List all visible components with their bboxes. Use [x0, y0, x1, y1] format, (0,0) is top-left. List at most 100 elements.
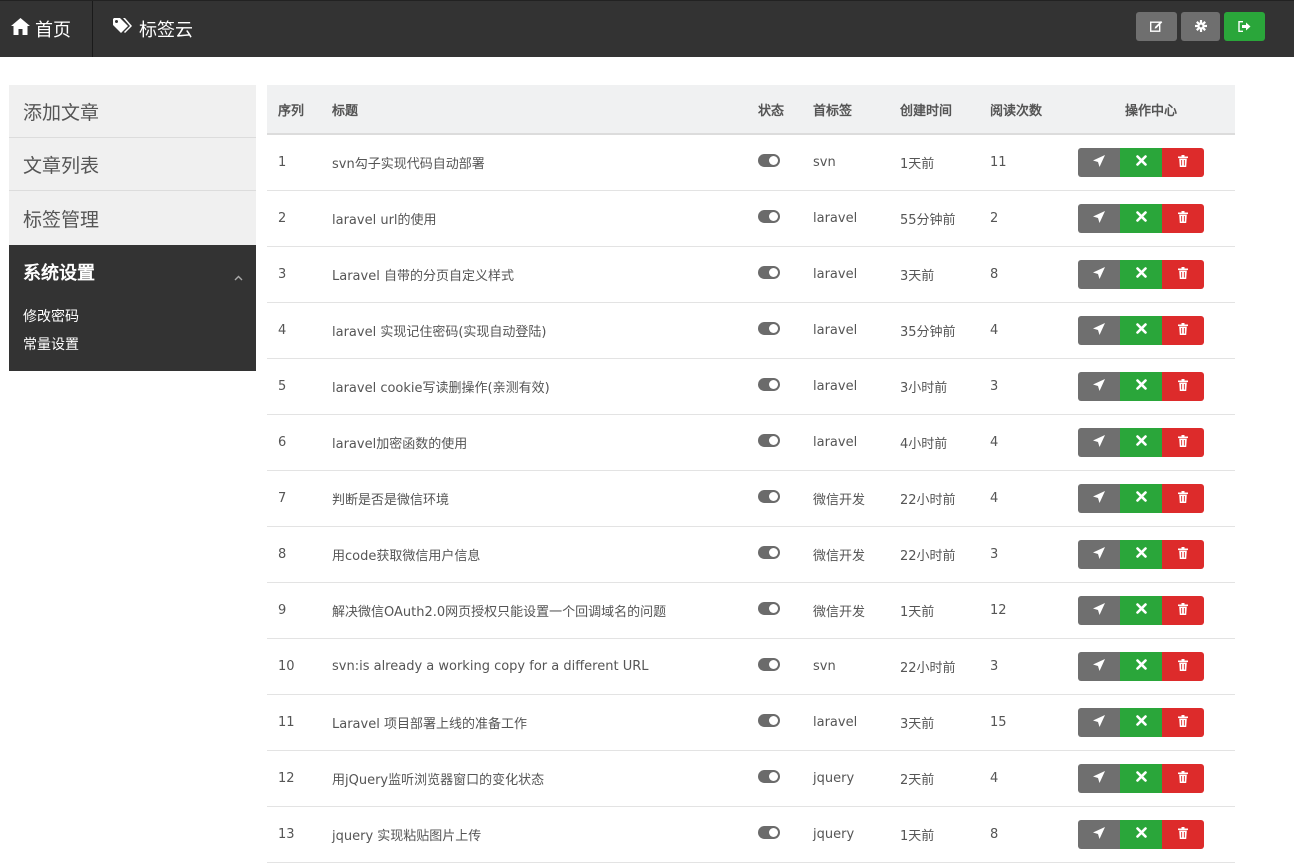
toggle-off-button[interactable]: [1120, 260, 1162, 289]
status-toggle[interactable]: [758, 266, 780, 279]
delete-button[interactable]: [1162, 428, 1204, 457]
row-title[interactable]: laravel cookie写读删操作(亲测有效): [322, 377, 747, 396]
toggle-off-button[interactable]: [1120, 372, 1162, 401]
delete-button[interactable]: [1162, 372, 1204, 401]
delete-button[interactable]: [1162, 820, 1204, 849]
status-toggle[interactable]: [758, 154, 780, 167]
paper-plane-icon: [1093, 546, 1105, 563]
publish-button[interactable]: [1078, 204, 1120, 233]
publish-button[interactable]: [1078, 820, 1120, 849]
row-status: [747, 266, 803, 283]
publish-button[interactable]: [1078, 764, 1120, 793]
row-title[interactable]: jquery 实现粘贴图片上传: [322, 825, 747, 844]
toggle-off-button[interactable]: [1120, 484, 1162, 513]
sidebar-group-system-settings: 系统设置 修改密码 常量设置: [9, 245, 256, 371]
publish-button[interactable]: [1078, 260, 1120, 289]
status-toggle[interactable]: [758, 490, 780, 503]
publish-button[interactable]: [1078, 652, 1120, 681]
toggle-off-button[interactable]: [1120, 708, 1162, 737]
row-title[interactable]: svn勾子实现代码自动部署: [322, 153, 747, 172]
trash-icon: [1178, 266, 1188, 283]
publish-button[interactable]: [1078, 484, 1120, 513]
sidebar-item-article-list[interactable]: 文章列表: [9, 138, 256, 191]
toggle-off-button[interactable]: [1120, 148, 1162, 177]
close-icon: [1135, 603, 1147, 618]
toggle-off-button[interactable]: [1120, 316, 1162, 345]
status-toggle[interactable]: [758, 714, 780, 727]
toggle-off-button[interactable]: [1120, 764, 1162, 793]
sidebar-group-header[interactable]: 系统设置: [9, 245, 256, 298]
status-toggle[interactable]: [758, 322, 780, 335]
toggle-off-button[interactable]: [1120, 204, 1162, 233]
publish-button[interactable]: [1078, 540, 1120, 569]
publish-button[interactable]: [1078, 596, 1120, 625]
row-index: 4: [278, 323, 287, 338]
delete-button[interactable]: [1162, 204, 1204, 233]
row-title[interactable]: Laravel 项目部署上线的准备工作: [322, 713, 747, 732]
table-row: 11 Laravel 项目部署上线的准备工作 laravel 3天前 15: [267, 695, 1235, 751]
status-toggle[interactable]: [758, 602, 780, 615]
publish-button[interactable]: [1078, 316, 1120, 345]
row-created: 1天前: [900, 829, 935, 844]
status-toggle[interactable]: [758, 434, 780, 447]
close-icon: [1135, 547, 1147, 562]
trash-icon: [1178, 770, 1188, 787]
logout-button[interactable]: [1224, 12, 1265, 41]
sidebar-item-tag-manage[interactable]: 标签管理: [9, 191, 256, 245]
header-views: 阅读次数: [990, 103, 1043, 119]
row-created: 3小时前: [900, 381, 948, 396]
nav-tags-link[interactable]: 标签云: [94, 1, 193, 57]
row-title[interactable]: Laravel 自带的分页自定义样式: [322, 265, 747, 284]
row-title[interactable]: laravel url的使用: [322, 209, 747, 228]
paper-plane-icon: [1093, 154, 1105, 171]
paper-plane-icon: [1093, 322, 1105, 339]
toggle-off-button[interactable]: [1120, 596, 1162, 625]
status-toggle[interactable]: [758, 378, 780, 391]
row-tag: laravel: [813, 211, 858, 226]
sidebar-subitem-change-password[interactable]: 修改密码: [23, 303, 256, 331]
row-index: 1: [278, 155, 287, 170]
toggle-off-button[interactable]: [1120, 428, 1162, 457]
edit-button[interactable]: [1136, 12, 1177, 41]
table-row: 2 laravel url的使用 laravel 55分钟前 2: [267, 191, 1235, 247]
toggle-off-button[interactable]: [1120, 820, 1162, 849]
trash-icon: [1178, 602, 1188, 619]
status-toggle[interactable]: [758, 770, 780, 783]
settings-button[interactable]: [1181, 12, 1220, 41]
toggle-off-button[interactable]: [1120, 652, 1162, 681]
close-icon: [1135, 379, 1147, 394]
publish-button[interactable]: [1078, 372, 1120, 401]
row-title[interactable]: 用code获取微信用户信息: [322, 545, 747, 564]
header-tag: 首标签: [813, 103, 853, 119]
delete-button[interactable]: [1162, 764, 1204, 793]
publish-button[interactable]: [1078, 428, 1120, 457]
row-title[interactable]: laravel 实现记住密码(实现自动登陆): [322, 321, 747, 340]
publish-button[interactable]: [1078, 708, 1120, 737]
delete-button[interactable]: [1162, 540, 1204, 569]
row-title[interactable]: svn:is already a working copy for a diff…: [322, 659, 747, 674]
status-toggle[interactable]: [758, 546, 780, 559]
sidebar-subitem-constants[interactable]: 常量设置: [23, 331, 256, 359]
row-title[interactable]: 判断是否是微信环境: [322, 489, 747, 508]
nav-home-link[interactable]: 首页: [0, 1, 93, 57]
row-views: 8: [990, 827, 999, 842]
delete-button[interactable]: [1162, 652, 1204, 681]
delete-button[interactable]: [1162, 484, 1204, 513]
delete-button[interactable]: [1162, 148, 1204, 177]
status-toggle[interactable]: [758, 658, 780, 671]
row-title[interactable]: 解决微信OAuth2.0网页授权只能设置一个回调域名的问题: [322, 601, 747, 620]
row-title[interactable]: laravel加密函数的使用: [322, 433, 747, 452]
delete-button[interactable]: [1162, 316, 1204, 345]
header-status: 状态: [758, 103, 785, 119]
toggle-off-button[interactable]: [1120, 540, 1162, 569]
delete-button[interactable]: [1162, 596, 1204, 625]
sidebar-item-add-article[interactable]: 添加文章: [9, 85, 256, 138]
delete-button[interactable]: [1162, 260, 1204, 289]
delete-button[interactable]: [1162, 708, 1204, 737]
row-ops: [1067, 596, 1235, 625]
row-title[interactable]: 用jQuery监听浏览器窗口的变化状态: [322, 769, 747, 788]
status-toggle[interactable]: [758, 826, 780, 839]
close-icon: [1135, 715, 1147, 730]
status-toggle[interactable]: [758, 210, 780, 223]
publish-button[interactable]: [1078, 148, 1120, 177]
